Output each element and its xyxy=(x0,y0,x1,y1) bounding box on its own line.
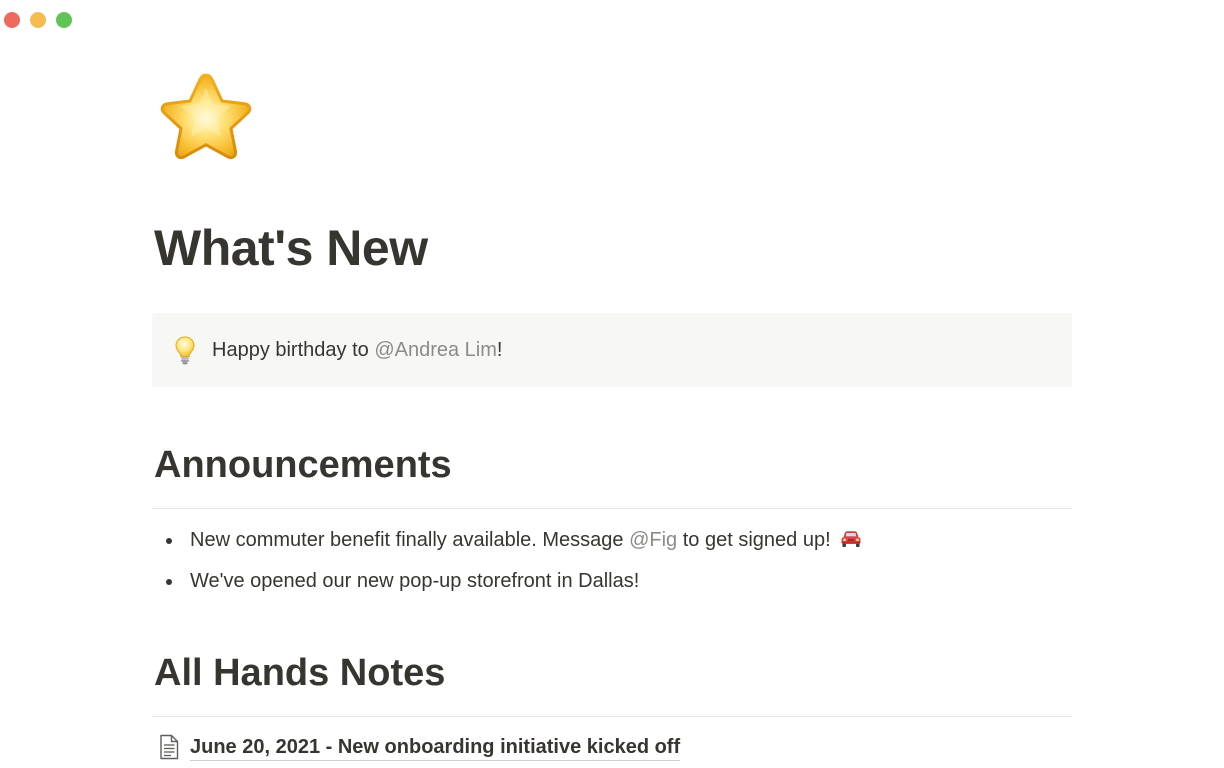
callout-text-after: ! xyxy=(496,338,503,361)
window-controls xyxy=(4,12,72,28)
lightbulb-icon xyxy=(175,336,195,365)
announcement-text-before: New commuter benefit finally available. … xyxy=(190,529,630,551)
announcement-text: We've opened our new pop-up storefront i… xyxy=(190,570,640,592)
all-hands-page-link[interactable]: June 20, 2021 - New onboarding initiativ… xyxy=(152,729,681,765)
star-icon[interactable] xyxy=(152,70,260,172)
announcements-heading[interactable]: Announcements xyxy=(154,442,452,488)
page-link-title[interactable]: June 20, 2021 - New onboarding initiativ… xyxy=(190,734,681,761)
callout-text: Happy birthday to @Andrea Lim! xyxy=(212,339,502,362)
list-item[interactable]: New commuter benefit finally available. … xyxy=(152,521,1072,562)
birthday-callout[interactable]: Happy birthday to @Andrea Lim! xyxy=(152,313,1072,387)
announcement-text-after: to get signed up! xyxy=(677,529,837,551)
page-title[interactable]: What's New xyxy=(154,216,428,280)
document-icon xyxy=(160,734,179,760)
mention-fig[interactable]: @Fig xyxy=(629,529,677,551)
app-window: What's New Happy birthday to @Andrea Lim… xyxy=(0,0,1224,768)
announcements-list: New commuter benefit finally available. … xyxy=(152,521,1072,603)
minimize-window-button[interactable] xyxy=(30,12,46,28)
close-window-button[interactable] xyxy=(4,12,20,28)
bullet-icon xyxy=(166,538,172,544)
list-item[interactable]: We've opened our new pop-up storefront i… xyxy=(152,562,1072,603)
announcements-divider xyxy=(152,508,1072,509)
callout-text-before: Happy birthday to xyxy=(212,338,375,361)
all-hands-divider xyxy=(152,716,1072,717)
bullet-icon xyxy=(166,579,172,585)
maximize-window-button[interactable] xyxy=(56,12,72,28)
car-icon xyxy=(841,531,861,547)
all-hands-heading[interactable]: All Hands Notes xyxy=(154,650,445,696)
mention-andrea-lim[interactable]: @Andrea Lim xyxy=(374,339,497,361)
